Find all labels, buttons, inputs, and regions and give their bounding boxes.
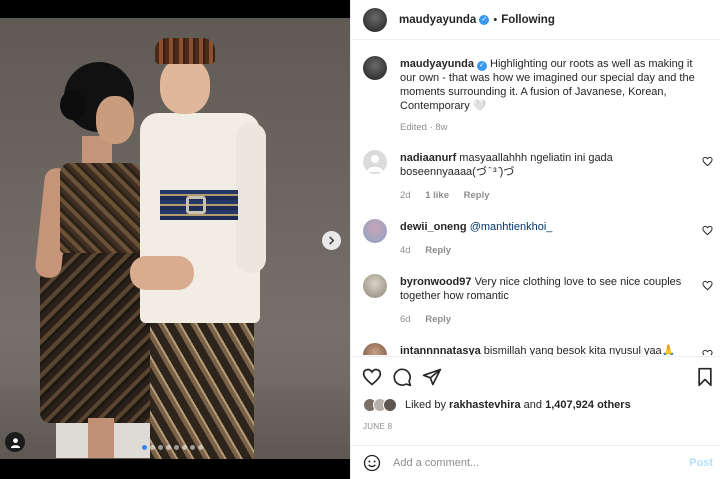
carousel-indicator <box>142 445 203 450</box>
carousel-dot <box>174 445 179 450</box>
commenter-avatar[interactable] <box>363 274 387 298</box>
author-avatar[interactable] <box>363 7 387 32</box>
reply-button[interactable]: Reply <box>425 245 451 256</box>
user-tag-icon <box>10 437 20 448</box>
caption-body: maudyayunda ✓ Highlighting our roots as w… <box>400 57 696 113</box>
comment-body: dewii_oneng @manhtienkhoi_ <box>400 220 696 234</box>
heart-icon[interactable] <box>702 349 713 355</box>
carousel-dot <box>198 445 203 450</box>
photo-blangkon-hat <box>155 38 215 64</box>
comment-body: nadiaanurf masyaallahhh ngeliatin ini ga… <box>400 151 696 179</box>
user-tag-button[interactable] <box>5 432 25 452</box>
carousel-dot <box>142 445 147 450</box>
author-username[interactable]: maudyayunda <box>399 14 476 26</box>
comment-meta: 2d 1 like Reply <box>400 190 502 201</box>
post-details-panel: maudyayunda ✓ • Following maudyayunda ✓ H… <box>350 0 720 479</box>
chevron-right-icon <box>329 236 335 245</box>
comment-time: 4d <box>400 245 411 256</box>
comment-time: 2d <box>400 190 411 201</box>
post-media <box>0 0 350 479</box>
photo-man-face <box>160 58 210 114</box>
action-bar <box>351 356 720 396</box>
commenter-avatar[interactable] <box>363 150 387 174</box>
photo-woman-face <box>96 96 134 144</box>
carousel-dot <box>158 445 163 450</box>
comment-icon[interactable] <box>392 367 412 387</box>
carousel-dot <box>190 445 195 450</box>
add-comment-bar: Post <box>351 445 720 479</box>
bookmark-icon[interactable] <box>695 367 715 387</box>
liked-by-prefix: Liked by <box>405 399 446 411</box>
heart-icon[interactable] <box>702 225 713 236</box>
caption-avatar[interactable] <box>363 56 387 80</box>
verified-badge-icon: ✓ <box>479 14 490 25</box>
heart-icon[interactable] <box>702 156 713 167</box>
comment-input[interactable] <box>393 456 663 469</box>
liked-by-connector: and <box>523 399 543 411</box>
photo-woman-leg <box>88 418 114 458</box>
comment-username[interactable]: intannnnatasya <box>400 345 481 355</box>
comment-text: bismillah yang besok kita nyusul yaa🙏 <box>483 345 676 355</box>
reply-button[interactable]: Reply <box>464 190 490 201</box>
heart-icon[interactable] <box>702 280 713 291</box>
comment-body: intannnnatasya bismillah yang besok kita… <box>400 344 696 355</box>
comments-list[interactable]: maudyayunda ✓ Highlighting our roots as w… <box>351 41 720 355</box>
liked-by-user[interactable]: rakhastevhira <box>449 399 521 411</box>
post-button[interactable]: Post <box>689 457 713 469</box>
comment-mention-link[interactable]: @manhtienkhoi_ <box>470 221 553 233</box>
post-photo[interactable] <box>0 18 350 459</box>
verified-badge-icon: ✓ <box>476 61 487 71</box>
carousel-dot <box>182 445 187 450</box>
comment-body: byronwood97 Very nice clothing love to s… <box>400 275 696 303</box>
comment-username[interactable]: nadiaanurf <box>400 152 456 164</box>
share-icon[interactable] <box>422 367 442 387</box>
liked-by-text: Liked by rakhastevhira and 1,407,924 oth… <box>405 399 631 411</box>
reply-button[interactable]: Reply <box>425 314 451 325</box>
photo-buckle <box>186 196 206 214</box>
comment-time: 6d <box>400 314 411 325</box>
following-button[interactable]: Following <box>501 14 555 26</box>
default-avatar-icon <box>367 155 383 172</box>
carousel-dot <box>166 445 171 450</box>
comment-meta: 6d Reply <box>400 314 463 325</box>
photo-man-arm <box>236 123 266 273</box>
photo-kemben <box>60 163 140 253</box>
comment-username[interactable]: dewii_oneng <box>400 221 467 233</box>
emoji-icon[interactable] <box>363 454 381 472</box>
post-header: maudyayunda ✓ • Following <box>351 0 720 40</box>
instagram-post-modal: maudyayunda ✓ • Following maudyayunda ✓ H… <box>0 0 720 479</box>
photo-hair-bun <box>60 90 86 120</box>
comment-likes[interactable]: 1 like <box>425 190 449 201</box>
next-slide-button[interactable] <box>322 231 341 250</box>
comment-meta: 4d Reply <box>400 245 463 256</box>
carousel-dot <box>150 445 155 450</box>
header-separator: • <box>493 13 498 26</box>
likes-count[interactable]: 1,407,924 others <box>545 399 631 411</box>
post-date[interactable]: JUNE 8 <box>363 422 392 431</box>
caption-meta: Edited · 8w <box>400 122 448 133</box>
heart-icon[interactable] <box>362 367 382 387</box>
liker-avatar <box>383 398 397 412</box>
commenter-avatar[interactable] <box>363 219 387 243</box>
comment-username[interactable]: byronwood97 <box>400 276 472 288</box>
photo-joined-hands <box>130 256 194 290</box>
commenter-avatar[interactable] <box>363 343 387 355</box>
caption-username[interactable]: maudyayunda <box>400 58 474 70</box>
liked-by-row: Liked by rakhastevhira and 1,407,924 oth… <box>363 398 631 412</box>
